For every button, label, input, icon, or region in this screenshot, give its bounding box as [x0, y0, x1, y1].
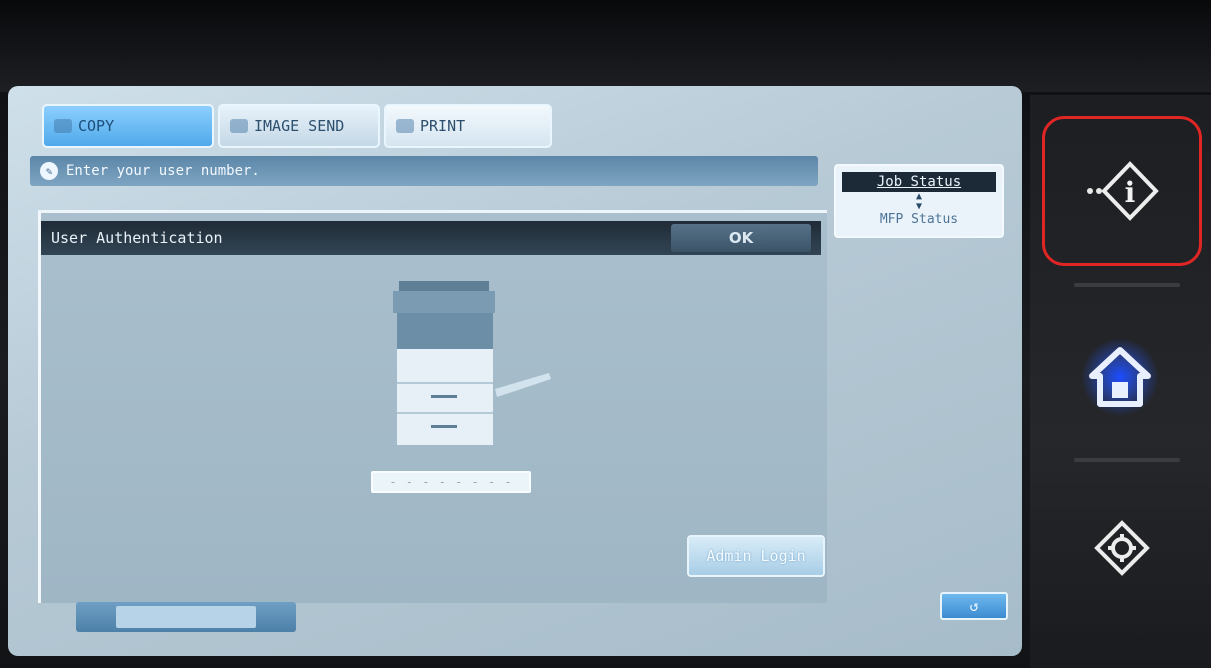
hardware-divider-top [1074, 283, 1180, 287]
toggle-arrows-icon: ▲ ▼ [915, 191, 923, 212]
ok-button[interactable]: OK [671, 224, 811, 252]
user-authentication-panel: User Authentication OK - - - - - - - - A… [38, 210, 827, 603]
bottom-scrollbar[interactable] [76, 602, 296, 632]
info-icon[interactable]: i [1084, 160, 1162, 222]
home-icon[interactable] [1086, 344, 1154, 410]
message-text: Enter your user number. [66, 163, 260, 179]
admin-login-button[interactable]: Admin Login [687, 535, 825, 577]
print-icon [396, 119, 414, 133]
hardware-divider-bottom [1074, 458, 1180, 462]
scrollbar-thumb[interactable] [116, 606, 256, 628]
user-number-field[interactable]: - - - - - - - - [371, 471, 531, 493]
printer-illustration [393, 281, 551, 445]
system-button[interactable]: ↺ [940, 592, 1008, 620]
message-bar: ✎ Enter your user number. [30, 156, 818, 186]
touch-screen: COPY IMAGE SEND PRINT ✎ Enter your user … [8, 86, 1022, 656]
tab-copy-label: COPY [78, 117, 115, 135]
message-icon: ✎ [40, 162, 58, 180]
tab-image-send[interactable]: IMAGE SEND [218, 104, 380, 148]
tab-image-send-label: IMAGE SEND [254, 117, 345, 135]
svg-text:i: i [1125, 176, 1136, 209]
device-bezel-top [0, 0, 1211, 92]
image-send-icon [230, 119, 248, 133]
panel-title: User Authentication [51, 229, 223, 247]
refresh-icon: ↺ [969, 597, 979, 615]
tab-copy[interactable]: COPY [42, 104, 214, 148]
copy-icon [54, 119, 72, 133]
job-mfp-status-toggle[interactable]: Job Status ▲ ▼ MFP Status [834, 164, 1004, 238]
job-status-label: Job Status [842, 172, 996, 192]
mfp-status-label: MFP Status [879, 212, 959, 227]
settings-icon[interactable] [1094, 520, 1150, 576]
tab-print[interactable]: PRINT [384, 104, 552, 148]
tab-print-label: PRINT [420, 117, 466, 135]
